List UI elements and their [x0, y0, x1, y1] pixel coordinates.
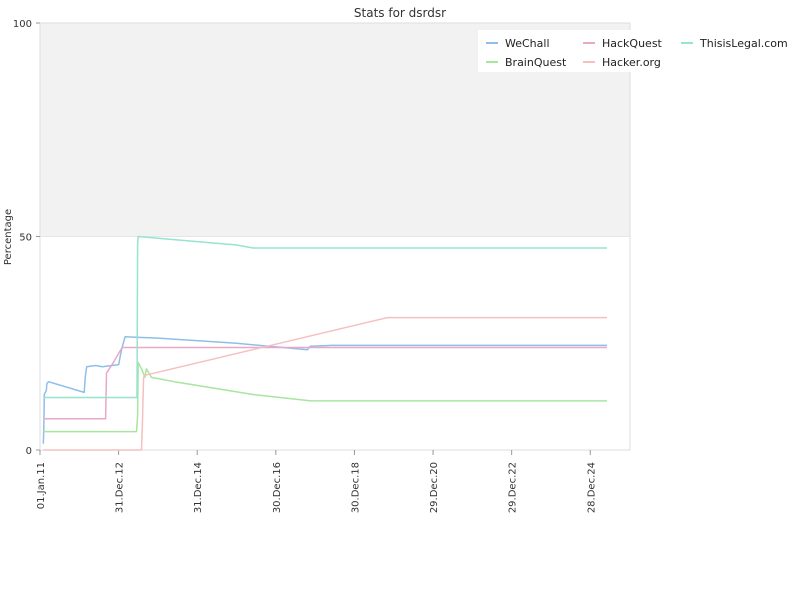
- legend-label: WeChall: [505, 37, 550, 50]
- x-tick-label: 28.Dec.24: [586, 462, 597, 513]
- legend-label: BrainQuest: [505, 56, 567, 69]
- x-tick-label: 29.Dec.22: [508, 462, 519, 513]
- legend-label: ThisisLegal.com: [699, 37, 788, 50]
- x-tick-label: 01.Jan.11: [36, 462, 47, 509]
- x-tick-label: 31.Dec.14: [193, 462, 204, 513]
- y-axis-label: Percentage: [3, 209, 14, 265]
- y-tick-label: 50: [19, 233, 32, 244]
- x-tick-label: 30.Dec.18: [350, 462, 361, 513]
- x-tick-label: 29.Dec.20: [429, 462, 440, 513]
- x-tick-label: 30.Dec.16: [272, 462, 283, 513]
- y-tick-label: 0: [26, 446, 32, 457]
- x-tick-label: 31.Dec.12: [115, 462, 126, 513]
- legend: WeChall BrainQuest HackQuest Hacker.org This…: [478, 30, 788, 72]
- legend-label: Hacker.org: [602, 56, 661, 69]
- legend-label: HackQuest: [602, 37, 663, 50]
- y-tick-label: 100: [13, 19, 32, 30]
- chart: Stats for dsrdsr 0 50 100 01.Jan.11 31.Dec.…: [0, 0, 800, 600]
- chart-title: Stats for dsrdsr: [354, 6, 446, 20]
